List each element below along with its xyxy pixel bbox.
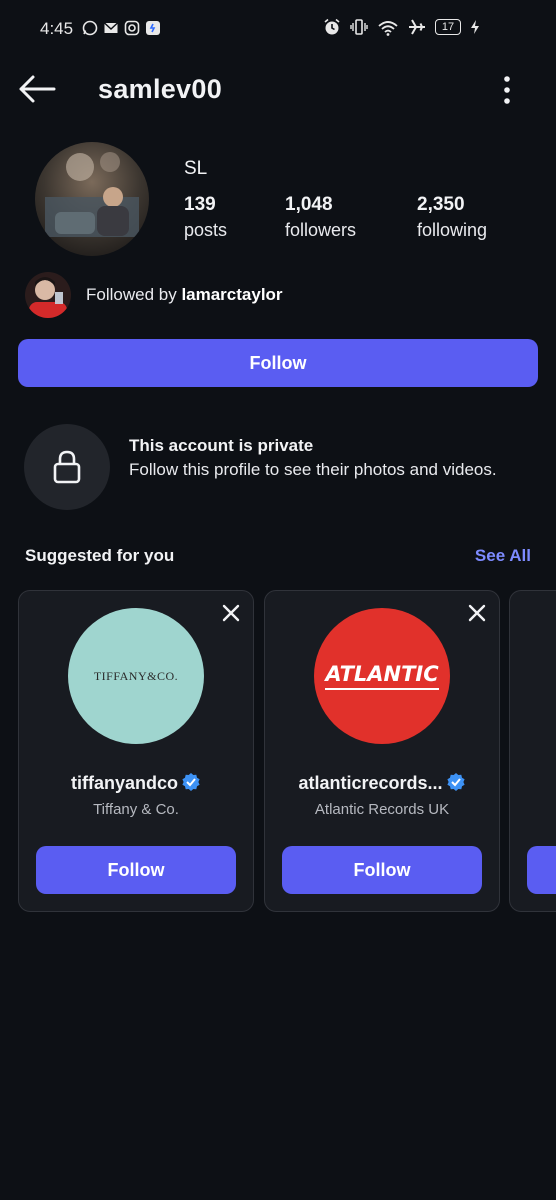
lock-icon: [53, 450, 81, 484]
profile-header: samlev00: [0, 60, 556, 120]
posts-label: posts: [184, 220, 228, 240]
suggestion-follow-button-partial[interactable]: [527, 846, 556, 894]
wifi-icon: [378, 21, 398, 36]
alarm-icon: [324, 18, 340, 35]
suggestion-name: Tiffany & Co.: [93, 801, 179, 818]
suggestion-handle-text: tiffanyandco: [70, 773, 178, 793]
followers-label: followers: [285, 220, 357, 240]
suggestion-name: Atlantic Records UK: [314, 801, 450, 818]
vibrate-icon: [350, 19, 368, 35]
followed-by-text: Followed by lamarctaylor: [86, 285, 283, 305]
suggestion-handle-text: atlanticrecords...: [298, 773, 443, 793]
close-icon[interactable]: [221, 603, 241, 623]
instagram-icon: [124, 20, 140, 36]
close-icon[interactable]: [467, 603, 487, 623]
followed-by-row[interactable]: Followed by lamarctaylor: [25, 272, 283, 318]
followed-username: lamarctaylor: [181, 285, 283, 304]
followed-prefix: Followed by: [86, 285, 182, 304]
follow-button[interactable]: Follow: [18, 339, 538, 387]
private-description: Follow this profile to see their photos …: [129, 460, 497, 479]
mutual-avatar: [25, 272, 71, 318]
stat-following[interactable]: 2,350 following: [417, 194, 487, 241]
suggestion-card[interactable]: TIFFANY&CO. tiffanyandco Tiffany & Co. F…: [18, 590, 254, 912]
suggestion-follow-button[interactable]: Follow: [282, 846, 482, 894]
profile-username: samlev00: [98, 74, 223, 104]
private-title: This account is private: [129, 436, 314, 455]
lock-icon-circle: [24, 424, 110, 510]
see-all-link[interactable]: See All: [475, 546, 531, 566]
mail-icon: [104, 22, 118, 33]
profile-avatar[interactable]: [35, 142, 149, 256]
atlantic-logo: ATLANTIC: [314, 608, 450, 744]
whatsapp-icon: [82, 20, 98, 36]
tiffany-logo-text: TIFFANY&CO.: [93, 668, 179, 683]
stat-followers[interactable]: 1,048 followers: [285, 194, 356, 241]
system-icons: 17: [323, 18, 480, 36]
followers-count: 1,048: [285, 194, 333, 215]
profile-fullname: SL: [184, 158, 208, 179]
shazam-icon: [146, 21, 160, 35]
verified-badge-icon: [182, 773, 200, 791]
airplane-icon: [409, 19, 425, 35]
battery-icon: 17: [435, 19, 461, 35]
notification-icons: [82, 20, 161, 36]
posts-count: 139: [184, 194, 216, 215]
tiffany-logo: TIFFANY&CO.: [68, 608, 204, 744]
charging-icon: [471, 20, 479, 34]
status-bar: 4:45 17: [0, 0, 556, 56]
more-options-icon[interactable]: [496, 74, 518, 106]
stat-posts[interactable]: 139 posts: [184, 194, 227, 241]
suggested-title: Suggested for you: [25, 546, 175, 565]
back-arrow-icon[interactable]: [18, 74, 56, 104]
status-time: 4:45: [40, 19, 74, 38]
atlantic-logo-text: ATLANTIC: [325, 662, 439, 690]
suggestion-handle[interactable]: atlanticrecords...: [265, 772, 499, 794]
suggestion-card-partial[interactable]: [509, 590, 556, 912]
suggestion-handle[interactable]: tiffanyandco: [19, 772, 253, 794]
verified-badge-icon: [446, 773, 465, 791]
following-label: following: [417, 220, 488, 240]
suggestion-card[interactable]: ATLANTIC atlanticrecords... Atlantic Rec…: [264, 590, 500, 912]
suggestion-follow-button[interactable]: Follow: [36, 846, 236, 894]
following-count: 2,350: [417, 194, 465, 215]
